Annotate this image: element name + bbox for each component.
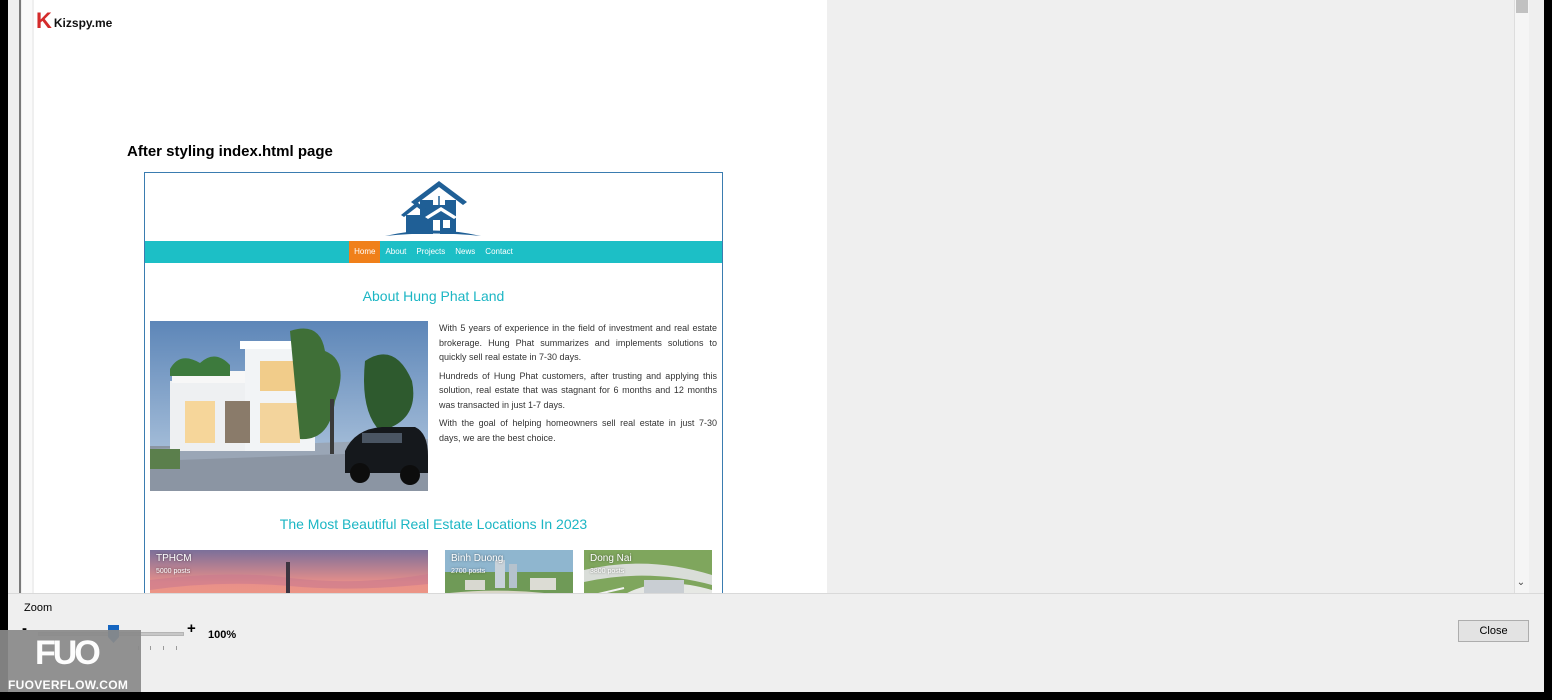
about-paragraph: Hundreds of Hung Phat customers, after t… xyxy=(439,370,717,410)
watermark-logo: FUO xyxy=(35,634,101,672)
nav-news[interactable]: News xyxy=(450,241,480,263)
location-name: TPHCM xyxy=(156,553,192,564)
about-text: With 5 years of experience in the field … xyxy=(439,321,717,449)
close-button[interactable]: Close xyxy=(1458,620,1529,642)
site-navbar: Home About Projects News Contact xyxy=(145,241,722,263)
slider-tick xyxy=(163,646,164,650)
locations-heading: The Most Beautiful Real Estate Locations… xyxy=(279,516,588,532)
location-name: Binh Duong xyxy=(451,553,504,564)
about-paragraph: With the goal of helping homeowners sell… xyxy=(439,418,717,443)
zoom-label: Zoom xyxy=(24,602,53,614)
zoom-toolbar: Zoom - + 100% Close xyxy=(8,593,1544,692)
location-posts: 2700 posts xyxy=(451,568,486,575)
watermark: FUO FUOVERFLOW.COM xyxy=(0,630,141,692)
house-logo-icon xyxy=(385,181,481,236)
slider-tick xyxy=(150,646,151,650)
location-card-binh-duong[interactable]: Binh Duong 2700 posts xyxy=(445,550,573,593)
location-card-tphcm[interactable]: TPHCM 5000 posts xyxy=(150,550,428,593)
about-heading: About Hung Phat Land xyxy=(362,288,505,304)
zoom-in-button[interactable]: + xyxy=(187,620,196,637)
zoom-value: 100% xyxy=(208,629,237,641)
vertical-scrollbar[interactable] xyxy=(1514,0,1529,593)
location-name: Dong Nai xyxy=(590,553,632,564)
nav-contact[interactable]: Contact xyxy=(480,241,518,263)
document-pane[interactable]: K Kizspy.me After styling index.html pag… xyxy=(8,0,1530,593)
location-card-dong-nai[interactable]: Dong Nai 3800 posts xyxy=(584,550,712,593)
slider-tick xyxy=(176,646,177,650)
nav-home[interactable]: Home xyxy=(349,241,381,263)
location-posts: 5000 posts xyxy=(156,568,191,575)
document-caption: After styling index.html page xyxy=(127,143,333,160)
chevron-down-icon[interactable]: ⌄ xyxy=(1515,576,1527,590)
website-screenshot: Home About Projects News Contact About H… xyxy=(144,172,723,593)
document-viewer: K Kizspy.me After styling index.html pag… xyxy=(8,0,1544,692)
about-paragraph: With 5 years of experience in the field … xyxy=(439,323,717,362)
document-page: K Kizspy.me After styling index.html pag… xyxy=(34,0,827,593)
brand-name: Kizspy.me xyxy=(53,16,113,30)
page-edge xyxy=(19,0,21,593)
location-posts: 3800 posts xyxy=(590,568,625,575)
brand-mark: K xyxy=(36,8,52,33)
nav-about[interactable]: About xyxy=(380,241,411,263)
villa-photo xyxy=(150,321,428,491)
watermark-text: FUOVERFLOW.COM xyxy=(8,678,129,692)
nav-projects[interactable]: Projects xyxy=(411,241,450,263)
page-gutter xyxy=(22,0,32,593)
brand-logo: K Kizspy.me xyxy=(36,10,112,32)
scrollbar-thumb[interactable] xyxy=(1516,0,1528,13)
